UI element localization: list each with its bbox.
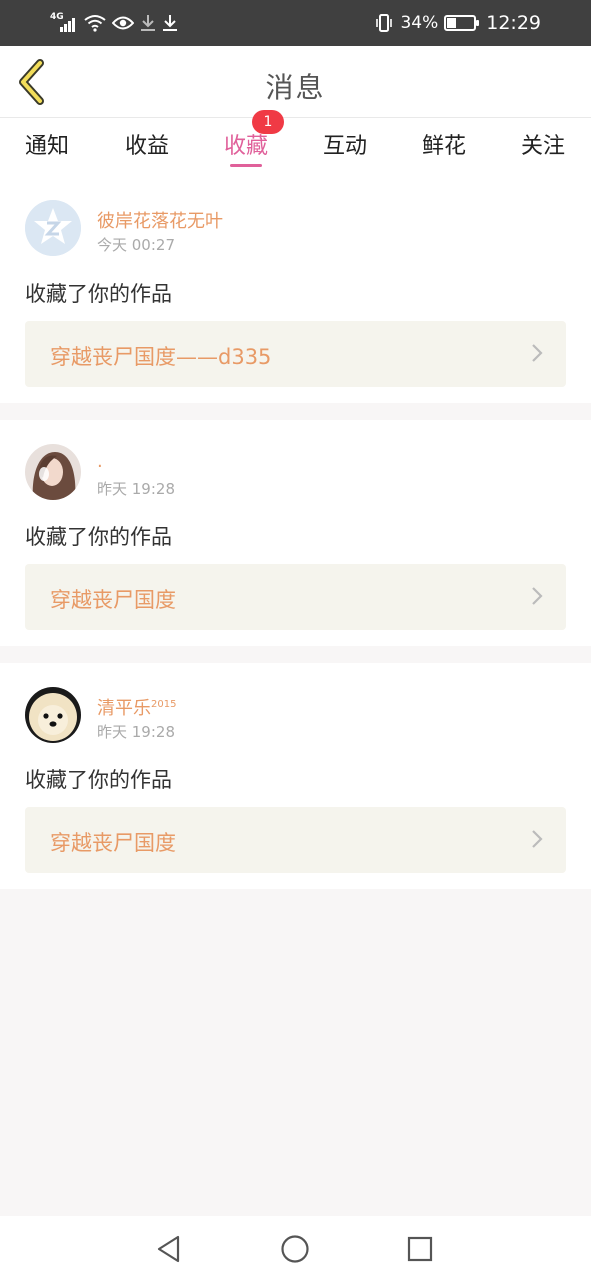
- tab-label: 通知: [24, 134, 69, 159]
- username[interactable]: 彼岸花落花无叶: [97, 207, 223, 233]
- back-triangle-icon: [157, 1235, 180, 1263]
- work-link[interactable]: 穿越丧尸国度: [25, 564, 566, 630]
- tab-label: 收藏: [223, 134, 268, 159]
- battery-icon: [444, 15, 480, 31]
- recents-square-icon: [407, 1236, 433, 1262]
- wifi-icon: [84, 15, 106, 32]
- user-photo-avatar: [25, 444, 81, 500]
- system-nav-bar: [0, 1216, 591, 1280]
- category-tabs: 通知 收益 收藏 1 互动 鲜花 关注: [0, 110, 591, 176]
- favorite-notification: 彼岸花落花无叶 今天 00:27 收藏了你的作品 穿越丧尸国度——d335: [0, 176, 591, 403]
- active-tab-indicator: [230, 164, 262, 167]
- tab-earnings[interactable]: 收益: [115, 128, 179, 160]
- status-right: 34% 12:29: [374, 10, 541, 36]
- eye-icon: [112, 16, 134, 30]
- dog-photo-avatar: [25, 687, 81, 743]
- tab-follows[interactable]: 关注: [511, 128, 575, 160]
- chevron-right-icon: [532, 587, 543, 605]
- timestamp: 昨天 19:28: [97, 723, 175, 741]
- work-title: 穿越丧尸国度——d335: [50, 345, 272, 369]
- favorite-notification: . 昨天 19:28 收藏了你的作品 穿越丧尸国度: [0, 420, 591, 646]
- work-title: 穿越丧尸国度: [50, 831, 176, 855]
- default-avatar-icon: [25, 200, 81, 256]
- avatar[interactable]: [25, 687, 81, 743]
- download-icon: [141, 15, 155, 31]
- unread-badge: 1: [252, 110, 284, 134]
- timestamp: 昨天 19:28: [97, 480, 175, 498]
- signal-icon: 4G: [50, 13, 78, 33]
- page-title: 消息: [265, 71, 326, 104]
- clock: 12:29: [486, 12, 541, 34]
- tab-label: 收益: [124, 134, 169, 159]
- work-link[interactable]: 穿越丧尸国度: [25, 807, 566, 873]
- action-text: 收藏了你的作品: [25, 282, 172, 306]
- tab-label: 关注: [520, 134, 565, 159]
- timestamp: 今天 00:27: [97, 236, 175, 254]
- tab-label: 鲜花: [421, 134, 466, 159]
- vibrate-icon: [376, 14, 393, 32]
- action-text: 收藏了你的作品: [25, 525, 172, 549]
- battery-percent: 34%: [400, 13, 439, 33]
- avatar[interactable]: [25, 200, 81, 256]
- app-header: 消息: [0, 46, 591, 118]
- favorite-notification: 清平乐2015 昨天 19:28 收藏了你的作品 穿越丧尸国度: [0, 663, 591, 889]
- nav-home-button[interactable]: [279, 1233, 311, 1265]
- tab-favorites[interactable]: 收藏 1: [214, 110, 284, 167]
- action-text: 收藏了你的作品: [25, 768, 172, 792]
- tab-label: 互动: [322, 134, 367, 159]
- work-link[interactable]: 穿越丧尸国度——d335: [25, 321, 566, 387]
- username[interactable]: .: [97, 451, 103, 472]
- chevron-right-icon: [532, 344, 543, 362]
- username[interactable]: 清平乐2015: [97, 694, 176, 720]
- nav-recents-button[interactable]: [404, 1233, 436, 1265]
- tab-notifications[interactable]: 通知: [15, 128, 79, 160]
- work-title: 穿越丧尸国度: [50, 588, 176, 612]
- tab-interactions[interactable]: 互动: [313, 128, 377, 160]
- avatar[interactable]: [25, 444, 81, 500]
- home-circle-icon: [281, 1235, 309, 1263]
- status-left: 4G: [50, 10, 178, 36]
- nav-back-button[interactable]: [153, 1233, 185, 1265]
- chevron-right-icon: [532, 830, 543, 848]
- status-bar: 4G 34% 12:29: [0, 0, 591, 46]
- download-icon: [163, 15, 177, 31]
- tab-flowers[interactable]: 鲜花: [412, 128, 476, 160]
